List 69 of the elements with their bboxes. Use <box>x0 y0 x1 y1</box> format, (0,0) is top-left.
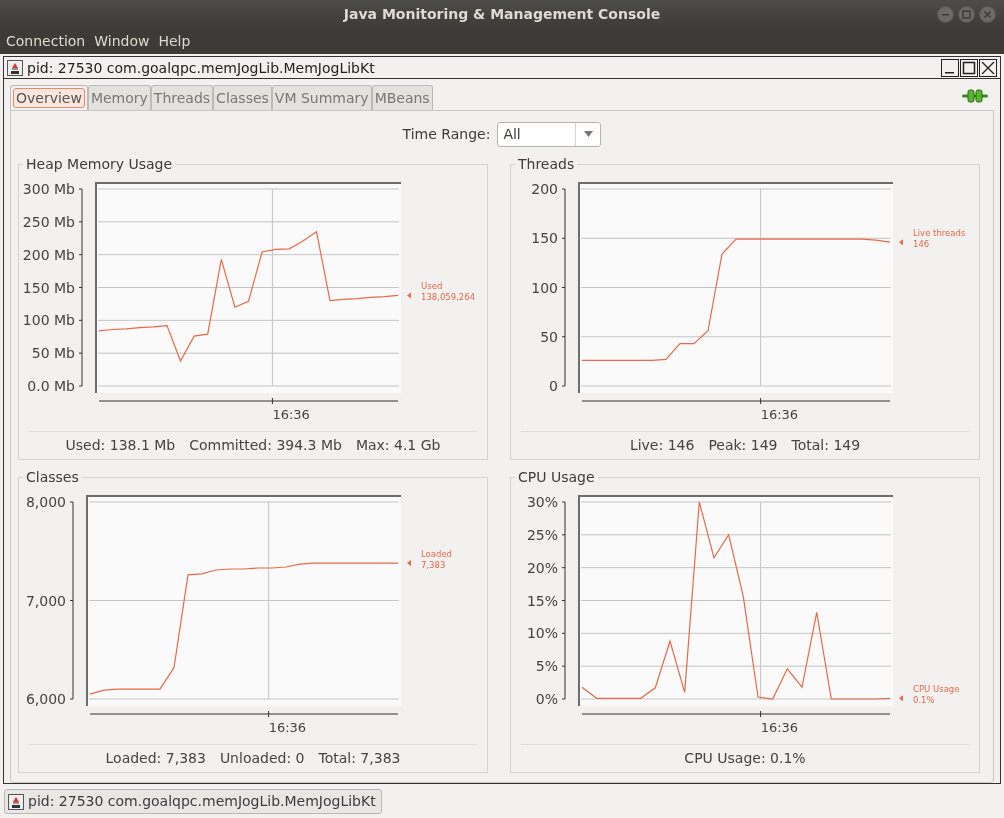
axis-label: 50 <box>540 328 558 345</box>
taskbar-button[interactable]: pid: 27530 com.goalqpc.memJogLib.MemJogLibKt <box>4 789 382 814</box>
legend-label: CPU Usage <box>913 684 960 695</box>
summary-text: Committed: 394.3 Mb <box>189 436 342 455</box>
legend-label: Loaded <box>421 549 453 560</box>
summary-text: Live: 146 <box>629 436 695 455</box>
axis-label: 100 Mb <box>22 312 75 329</box>
window-title: Java Monitoring & Management Console <box>343 5 661 24</box>
axis-label: 16:36 <box>760 720 799 732</box>
axis-label: 0% <box>535 691 558 707</box>
axis-label: 16:36 <box>272 407 310 419</box>
summary-text: Used: 138.1 Mb <box>65 436 176 455</box>
marker-icon <box>407 292 411 299</box>
summary-text: Unloaded: 0 <box>219 749 305 768</box>
maximize-icon[interactable] <box>960 58 978 77</box>
frame-title: pid: 27530 com.goalqpc.memJogLib.MemJogLibKt <box>27 58 375 78</box>
tab[interactable]: Threads <box>150 85 214 110</box>
axis-label: 50 Mb <box>31 345 75 362</box>
menu-item[interactable]: Connection <box>6 28 86 54</box>
axis-label: 250 Mb <box>22 213 75 230</box>
legend-value: 146 <box>913 239 930 250</box>
time-range-dropdown[interactable]: All <box>497 121 602 147</box>
marker-icon <box>899 695 903 702</box>
legend-value: 0.1% <box>913 695 935 706</box>
axis-label: 200 <box>531 181 558 197</box>
caret-icon <box>583 131 593 137</box>
summary-text: Total: 7,383 <box>318 749 401 768</box>
summary-text: Peak: 149 <box>708 436 778 455</box>
summary-text: Total: 149 <box>791 436 861 455</box>
axis-label: 300 Mb <box>22 181 75 197</box>
tab[interactable]: Classes <box>213 85 272 110</box>
axis-label: 20% <box>526 559 558 576</box>
axis-label: 0.0 Mb <box>27 378 75 394</box>
summary-text: Loaded: 7,383 <box>105 749 206 768</box>
axis-label: 100 <box>531 279 558 296</box>
summary-text: Max: 4.1 Gb <box>355 436 441 455</box>
minimize-icon[interactable] <box>941 58 959 77</box>
app-icon <box>8 793 24 810</box>
axis-label: 7,000 <box>25 592 66 609</box>
tab[interactable]: MBeans <box>371 85 433 110</box>
legend-label: Used <box>421 281 443 292</box>
legend-value: 7,383 <box>421 560 446 571</box>
close-icon[interactable] <box>979 58 997 77</box>
axis-label: 6,000 <box>25 691 66 707</box>
axis-label: 25% <box>526 526 558 543</box>
tab[interactable]: Memory <box>87 85 151 110</box>
axis-label: 150 Mb <box>22 279 75 296</box>
summary-text: CPU Usage: 0.1% <box>684 749 806 768</box>
axis-label: 16:36 <box>760 407 799 419</box>
marker-icon <box>407 560 411 567</box>
axis-label: 8,000 <box>25 494 66 510</box>
axis-label: 150 <box>531 230 558 247</box>
app-icon <box>7 59 23 76</box>
axis-label: 10% <box>526 625 558 642</box>
axis-label: 16:36 <box>268 720 307 732</box>
tab[interactable]: VM Summary <box>271 85 372 110</box>
marker-icon <box>899 239 903 246</box>
legend-value: 138,059,264 <box>421 292 476 303</box>
legend-label: Live threads <box>913 228 966 239</box>
axis-label: 200 Mb <box>22 246 75 263</box>
menu-item[interactable]: Window <box>94 28 150 54</box>
axis-label: 0 <box>549 378 558 394</box>
connection-icon <box>962 89 988 103</box>
axis-label: 5% <box>535 658 558 675</box>
axis-label: 30% <box>526 494 558 510</box>
field-label: Time Range: <box>402 124 491 144</box>
menu-item[interactable]: Help <box>158 28 191 54</box>
tab[interactable]: Overview <box>10 85 88 110</box>
axis-label: 15% <box>526 592 558 609</box>
